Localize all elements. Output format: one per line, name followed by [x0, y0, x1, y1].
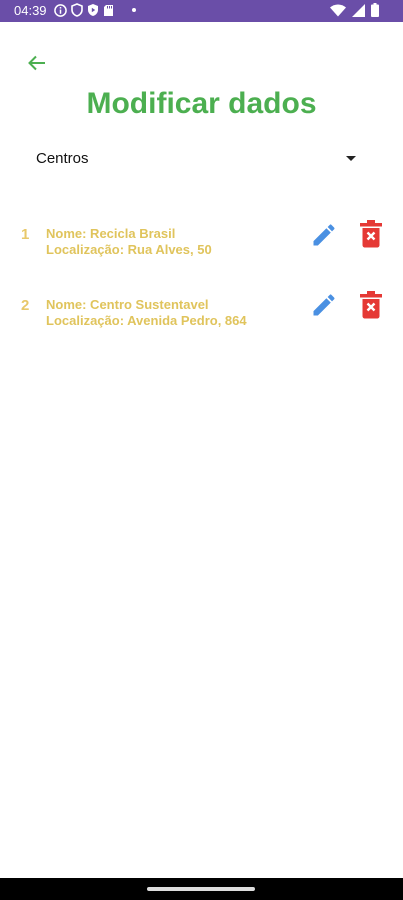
arrow-left-icon: [26, 55, 48, 78]
notification-dot-icon: [132, 8, 136, 12]
pencil-icon: [309, 224, 339, 253]
list-item: 2 Nome: Centro Sustentavel Localização: …: [0, 289, 403, 333]
edit-button[interactable]: [309, 291, 339, 319]
sd-card-icon: [103, 4, 114, 17]
wifi-icon: [330, 4, 346, 17]
list-item: 1 Nome: Recicla Brasil Localização: Rua …: [0, 218, 403, 262]
category-select-value: Centros: [36, 150, 89, 167]
category-select[interactable]: Centros: [24, 145, 364, 173]
shield-play-icon: [87, 3, 99, 17]
item-name: Nome: Recicla Brasil: [46, 226, 176, 241]
cell-signal-icon: [352, 3, 365, 17]
navigation-bar: [0, 878, 403, 900]
home-gesture-handle[interactable]: [147, 887, 255, 891]
status-bar: 04:39: [0, 0, 403, 22]
back-button[interactable]: [26, 52, 48, 74]
page-title: Modificar dados: [86, 87, 317, 120]
delete-button[interactable]: [359, 220, 383, 248]
info-icon: [54, 3, 67, 17]
delete-button[interactable]: [359, 291, 383, 319]
edit-button[interactable]: [309, 221, 339, 249]
battery-icon: [371, 3, 379, 17]
item-name: Nome: Centro Sustentavel: [46, 297, 209, 312]
dropdown-caret-icon: [346, 156, 356, 161]
trash-icon: [359, 291, 383, 323]
item-location: Localização: Avenida Pedro, 864: [46, 313, 247, 328]
item-location: Localização: Rua Alves, 50: [46, 242, 212, 257]
item-index: 2: [21, 297, 30, 314]
trash-icon: [359, 220, 383, 252]
shield-outline-icon: [71, 3, 83, 17]
item-index: 1: [21, 226, 30, 243]
pencil-icon: [309, 294, 339, 323]
status-time: 04:39: [14, 3, 47, 18]
